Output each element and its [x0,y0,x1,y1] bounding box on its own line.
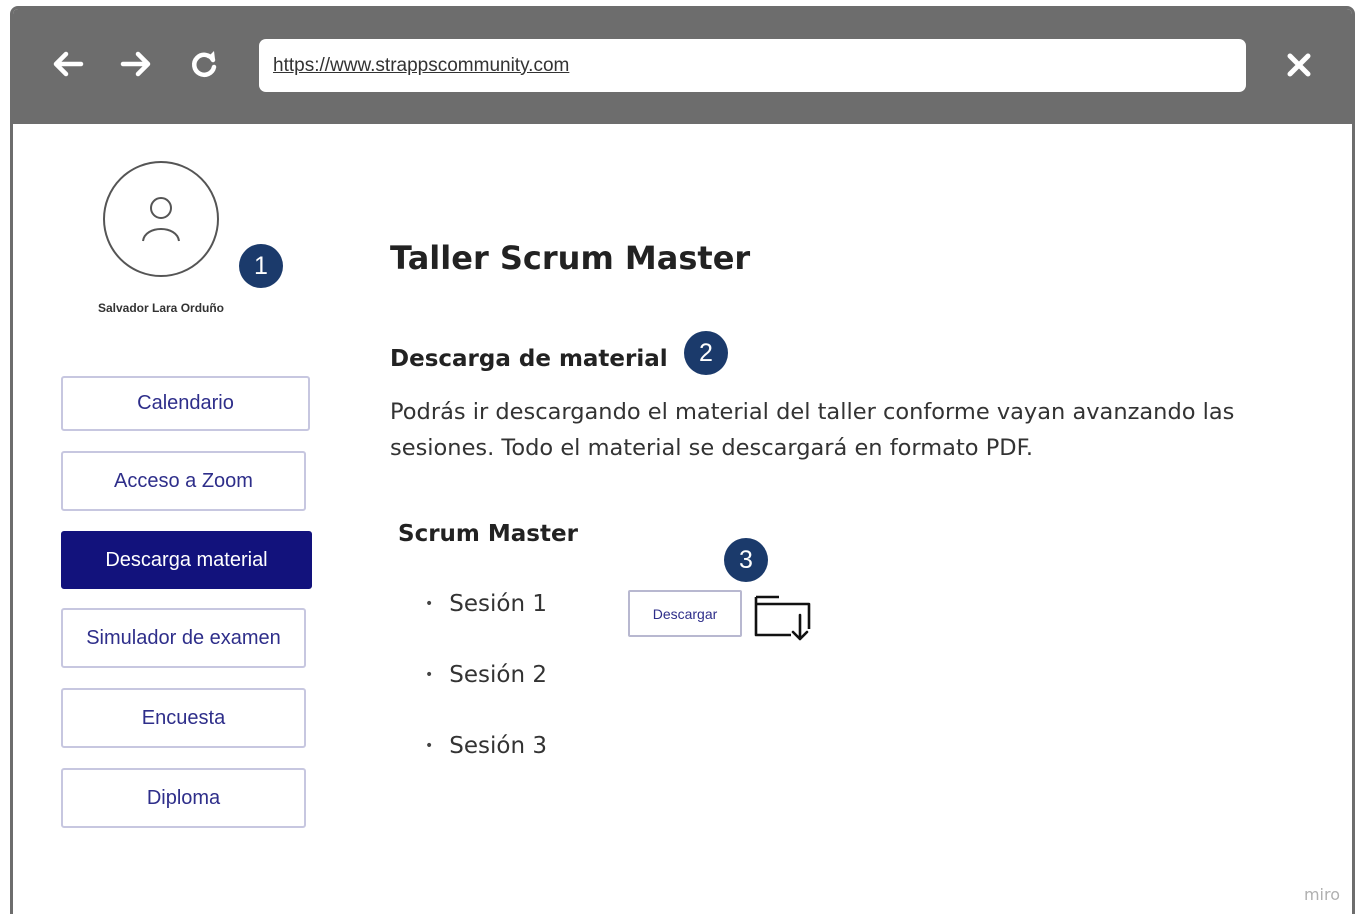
section-heading: Descarga de material [390,346,668,372]
browser-window: https://www.strappscommunity.com 1 Salva… [10,6,1355,914]
forward-button[interactable] [119,47,153,81]
session-label: Sesión 1 [449,591,547,617]
user-icon [135,191,187,247]
annotation-badge-3: 3 [724,538,768,582]
bullet: • [425,738,434,754]
page-title: Taller Scrum Master [390,239,751,277]
annotation-badge-2: 2 [684,331,728,375]
page-frame: https://www.strappscommunity.com 1 Salva… [0,0,1363,914]
url-text[interactable]: https://www.strappscommunity.com [273,55,569,77]
session-label: Sesión 3 [449,733,547,759]
bullet: • [425,667,434,683]
avatar[interactable] [103,161,219,277]
user-name: Salvador Lara Orduño [97,301,225,315]
sidebar-item-acceso-zoom[interactable]: Acceso a Zoom [61,451,306,511]
session-item-3: • Sesión 3 [425,733,547,759]
bullet: • [425,596,434,612]
reload-button[interactable] [187,47,221,81]
subsection-title: Scrum Master [398,521,578,547]
browser-toolbar: https://www.strappscommunity.com [13,9,1352,124]
back-button[interactable] [51,47,85,81]
session-label: Sesión 2 [449,662,547,688]
address-bar[interactable]: https://www.strappscommunity.com [259,39,1246,92]
miro-watermark: miro [1303,885,1340,904]
sidebar-item-simulador-examen[interactable]: Simulador de examen [61,608,306,668]
reload-icon [189,49,219,79]
arrow-left-icon [51,50,85,78]
close-button[interactable] [1281,49,1317,85]
section-description: Podrás ir descargando el material del ta… [390,399,1235,461]
session-item-2: • Sesión 2 [425,662,547,688]
annotation-badge-1: 1 [239,244,283,288]
sidebar-item-descarga-material[interactable]: Descarga material [61,531,312,589]
download-button[interactable]: Descargar [628,590,742,637]
sidebar-item-encuesta[interactable]: Encuesta [61,688,306,748]
sidebar-item-diploma[interactable]: Diploma [61,768,306,828]
session-item-1: • Sesión 1 [425,591,547,617]
close-icon [1286,52,1312,82]
arrow-right-icon [119,50,153,78]
folder-download-icon[interactable] [753,591,813,643]
sidebar-item-calendario[interactable]: Calendario [61,376,310,431]
